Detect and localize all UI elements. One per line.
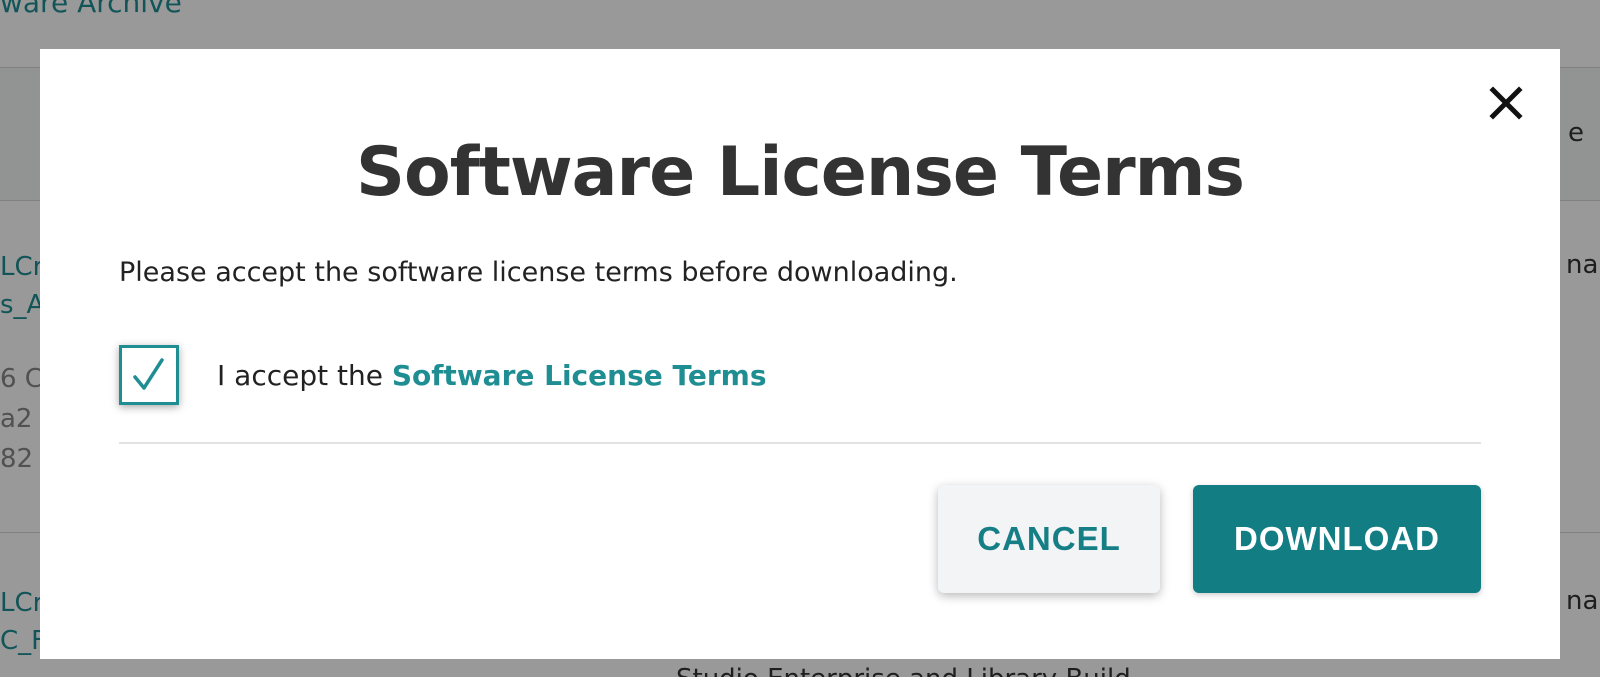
license-terms-link[interactable]: Software License Terms xyxy=(392,359,767,392)
checkmark-icon xyxy=(133,358,164,390)
download-button[interactable]: DOWNLOAD xyxy=(1193,485,1481,593)
cancel-button[interactable]: CANCEL xyxy=(938,485,1160,593)
close-button[interactable] xyxy=(1488,85,1524,121)
modal-divider xyxy=(119,442,1481,444)
modal-title: Software License Terms xyxy=(356,133,1245,212)
accept-terms-prefix: I accept the xyxy=(217,358,392,392)
license-modal: Software License Terms Please accept the… xyxy=(40,49,1560,659)
accept-terms-label: I accept the Software License Terms xyxy=(217,359,767,392)
modal-message: Please accept the software license terms… xyxy=(119,257,958,288)
close-icon xyxy=(1489,86,1523,120)
accept-terms-checkbox[interactable] xyxy=(119,345,179,405)
accept-terms-row: I accept the Software License Terms xyxy=(119,343,767,407)
